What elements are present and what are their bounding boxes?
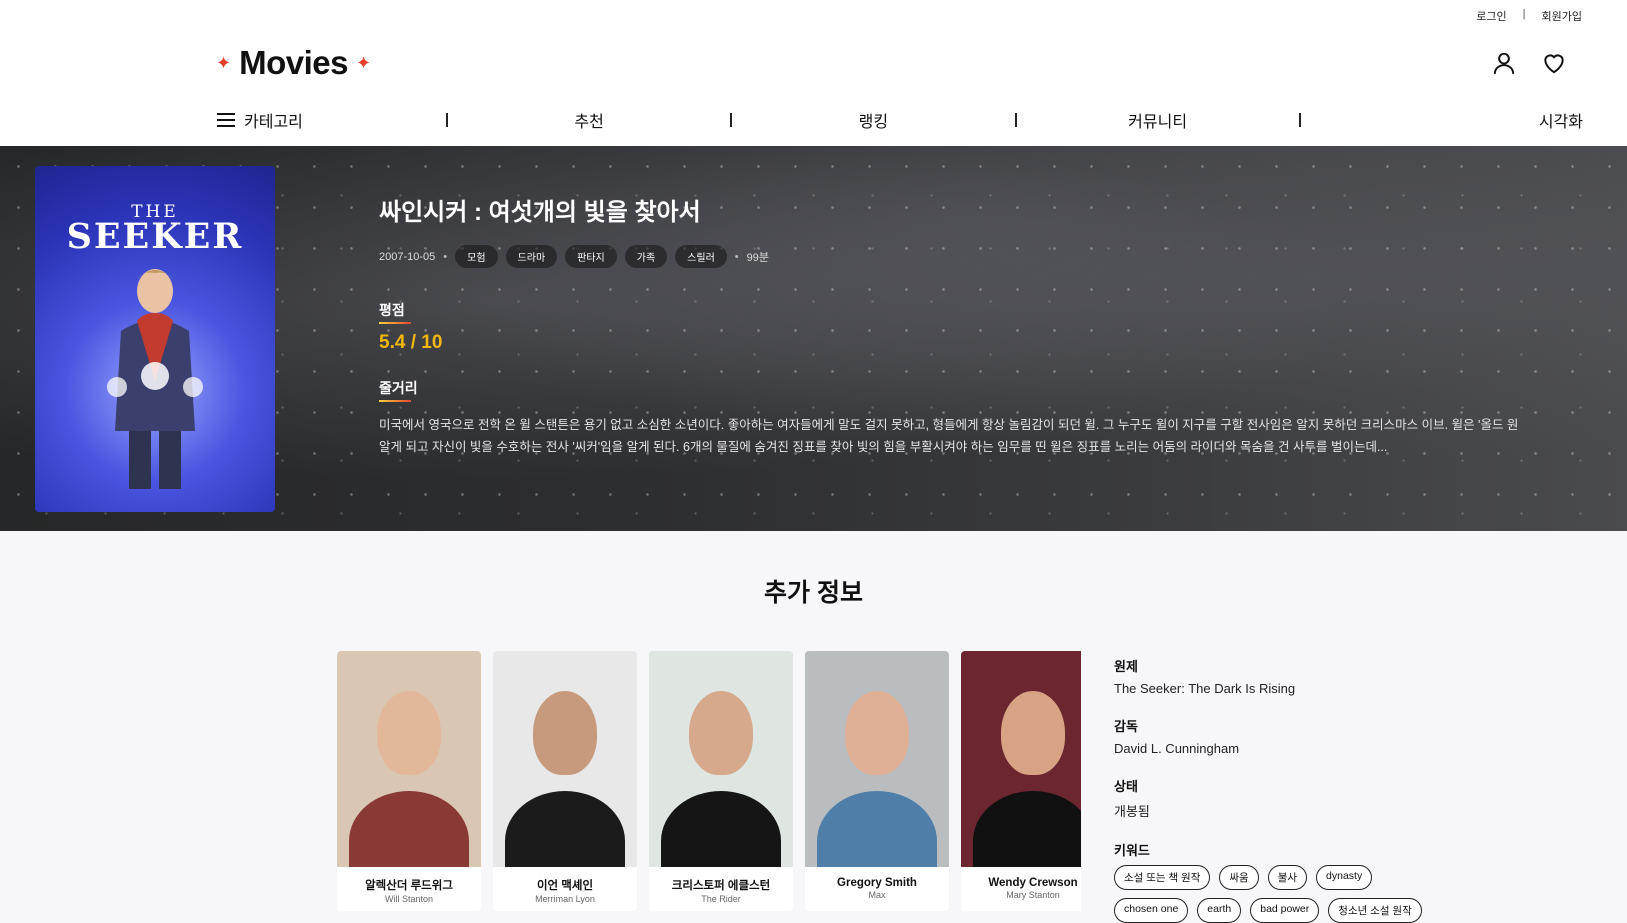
cast-card[interactable]: Wendy Crewson Mary Stanton bbox=[961, 651, 1081, 911]
nav-recommend[interactable]: 추천 bbox=[448, 108, 730, 132]
plot-line: 알게 되고 자신이 빛을 수호하는 전사 '씨커'임을 알게 된다. 6개의 물… bbox=[379, 440, 1388, 454]
poster-title-main: SEEKER bbox=[66, 216, 244, 257]
nav-ranking[interactable]: 랭킹 bbox=[732, 108, 1014, 132]
genre-tag[interactable]: 스릴러 bbox=[675, 245, 727, 268]
cast-role: Max bbox=[868, 890, 886, 900]
movie-hero: THE SEEKER 싸인시커 : 여섯개의 빛을 찾아서 2007-10-05… bbox=[0, 146, 1627, 531]
heart-icon[interactable] bbox=[1541, 50, 1567, 76]
cast-card[interactable]: 이언 맥셰인 Merriman Lyon bbox=[493, 651, 637, 911]
auth-divider: | bbox=[1522, 8, 1526, 20]
runtime: 99분 bbox=[746, 251, 769, 264]
movie-poster: THE SEEKER bbox=[35, 166, 275, 512]
cast-name: Wendy Crewson bbox=[988, 877, 1078, 889]
original-title-label: 원제 bbox=[1114, 659, 1138, 674]
poster-figure bbox=[107, 269, 203, 489]
cast-photo bbox=[805, 651, 949, 867]
cast-role: The Rider bbox=[701, 894, 741, 904]
director-value: David L. Cunningham bbox=[1114, 741, 1240, 756]
nav-category-label: 카테고리 bbox=[244, 114, 303, 131]
cast-card[interactable]: 알렉산더 루드위그 Will Stanton bbox=[337, 651, 481, 911]
nav-visualization[interactable]: 시각화 bbox=[1301, 108, 1583, 132]
original-title-value: The Seeker: The Dark Is Rising bbox=[1114, 681, 1296, 696]
status-label: 상태 bbox=[1114, 779, 1138, 794]
genre-tag[interactable]: 드라마 bbox=[505, 245, 558, 268]
plot-label: 줄거리 bbox=[379, 378, 418, 402]
movie-info-panel: 원제 The Seeker: The Dark Is Rising 감독 Dav… bbox=[1114, 656, 1534, 923]
login-link[interactable]: 로그인 bbox=[1476, 8, 1506, 24]
cast-photo bbox=[493, 651, 637, 867]
cast-name: 이언 맥셰인 bbox=[536, 880, 594, 892]
plot-text: 미국에서 영국으로 전학 온 윌 스탠튼은 용기 없고 소심한 소년이다. 좋아… bbox=[379, 414, 1627, 458]
site-header: 로그인 | 회원가입 ✦ Movies ✦ 카테고리 추천 랭킹 커뮤니티 시각… bbox=[0, 0, 1627, 146]
cast-card[interactable]: Gregory Smith Max bbox=[805, 651, 949, 911]
meta-dot: • bbox=[734, 250, 739, 263]
cast-photo bbox=[337, 651, 481, 867]
genre-tag[interactable]: 모험 bbox=[455, 245, 498, 268]
rating-value: 5.4 / 10 bbox=[379, 332, 443, 353]
genre-tag[interactable]: 가족 bbox=[624, 245, 668, 268]
cast-list: 알렉산더 루드위그 Will Stanton 이언 맥셰인 Merriman L… bbox=[337, 651, 1081, 911]
cast-name: 크리스토퍼 에클스턴 bbox=[671, 880, 771, 892]
keyword-tag[interactable]: 싸움 bbox=[1219, 865, 1259, 890]
cast-role: Will Stanton bbox=[384, 894, 434, 904]
cast-card[interactable]: 크리스토퍼 에클스턴 The Rider bbox=[649, 651, 793, 911]
movie-meta: 2007-10-05 • 모험 드라마 판타지 가족 스릴러 • 99분 bbox=[379, 245, 1627, 268]
cast-name: Gregory Smith bbox=[837, 877, 917, 889]
keyword-list: 소설 또는 책 원작 싸움 불사 dynasty chosen one eart… bbox=[1114, 865, 1454, 923]
signup-link[interactable]: 회원가입 bbox=[1542, 8, 1582, 24]
spark-icon: ✦ bbox=[355, 53, 372, 73]
header-actions bbox=[1491, 50, 1567, 76]
auth-links: 로그인 | 회원가입 bbox=[1476, 8, 1582, 24]
keyword-tag[interactable]: 불사 bbox=[1267, 865, 1308, 890]
main-nav: 카테고리 추천 랭킹 커뮤니티 시각화 bbox=[216, 108, 1583, 132]
movie-details: 싸인시커 : 여섯개의 빛을 찾아서 2007-10-05 • 모험 드라마 판… bbox=[379, 192, 1627, 458]
keyword-tag[interactable]: dynasty bbox=[1316, 865, 1373, 890]
rating-label: 평점 bbox=[379, 300, 411, 324]
cast-photo bbox=[961, 651, 1081, 867]
cast-photo bbox=[649, 651, 793, 867]
release-date: 2007-10-05 bbox=[379, 250, 436, 263]
logo-text: Movies bbox=[239, 44, 348, 81]
cast-name: 알렉산더 루드위그 bbox=[365, 880, 453, 892]
meta-dot: • bbox=[443, 250, 448, 263]
spark-icon: ✦ bbox=[216, 53, 232, 73]
category-menu[interactable]: 카테고리 bbox=[216, 108, 446, 132]
keyword-tag[interactable]: 소설 또는 책 원작 bbox=[1114, 865, 1211, 890]
plot-line: 미국에서 영국으로 전학 온 윌 스탠튼은 용기 없고 소심한 소년이다. 좋아… bbox=[379, 418, 1519, 432]
cast-role: Merriman Lyon bbox=[535, 894, 595, 904]
cast-role: Mary Stanton bbox=[1006, 890, 1060, 900]
hamburger-icon bbox=[217, 113, 235, 127]
extra-info-heading: 추가 정보 bbox=[764, 579, 863, 607]
genre-tag[interactable]: 판타지 bbox=[565, 245, 617, 268]
keywords-label: 키워드 bbox=[1114, 843, 1150, 858]
nav-community[interactable]: 커뮤니티 bbox=[1017, 108, 1299, 132]
user-icon[interactable] bbox=[1491, 50, 1517, 76]
status-value: 개봉됨 bbox=[1114, 804, 1150, 819]
site-logo[interactable]: ✦ Movies ✦ bbox=[216, 44, 371, 82]
movie-title: 싸인시커 : 여섯개의 빛을 찾아서 bbox=[379, 199, 701, 226]
director-label: 감독 bbox=[1114, 719, 1138, 734]
